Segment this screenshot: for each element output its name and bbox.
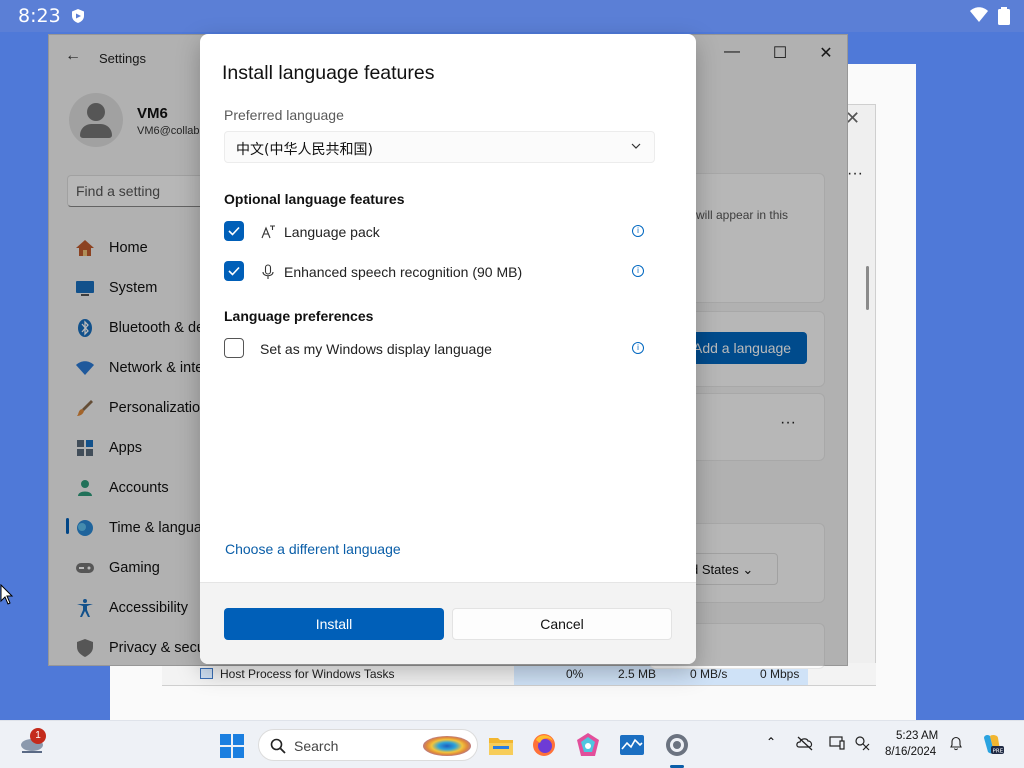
dialog-title: Install language features	[222, 62, 435, 84]
memory-value: 2.5 MB	[618, 667, 657, 681]
info-icon[interactable]: i	[632, 225, 644, 237]
notification-badge: 1	[30, 728, 46, 744]
language-pack-label: Language pack	[284, 224, 380, 240]
battery-icon	[998, 7, 1010, 25]
taskbar-search[interactable]: Search	[258, 729, 478, 761]
chevron-down-icon	[631, 143, 641, 149]
checkmark-icon	[228, 226, 240, 236]
cancel-button[interactable]: Cancel	[452, 608, 672, 640]
scrollbar[interactable]	[866, 266, 869, 310]
process-name: Host Process for Windows Tasks	[220, 667, 395, 681]
android-status-icons	[970, 7, 1010, 25]
display-language-label: Set as my Windows display language	[260, 341, 492, 357]
svg-text:PRE: PRE	[993, 749, 1004, 755]
language-pack-checkbox[interactable]	[224, 221, 244, 241]
bell-icon[interactable]	[948, 735, 964, 751]
network-value: 0 Mbps	[760, 667, 800, 681]
copilot-pre-icon[interactable]: PRE	[980, 732, 1004, 756]
display-language-checkbox[interactable]	[224, 338, 244, 358]
taskbar: 1 Search ⌃ 5:23 AM 8/16/2024 PRE	[0, 720, 1024, 768]
network-icon[interactable]	[854, 735, 870, 751]
task-manager-icon[interactable]	[618, 731, 646, 759]
windows-start-icon[interactable]	[220, 734, 244, 758]
preferred-language-label: Preferred language	[224, 107, 344, 123]
file-explorer-icon[interactable]	[487, 731, 515, 759]
install-button[interactable]: Install	[224, 608, 444, 640]
disk-value: 0 MB/s	[690, 667, 728, 681]
search-highlight-art	[423, 736, 471, 756]
chevron-up-icon[interactable]: ⌃	[766, 735, 776, 749]
copilot-app-icon[interactable]	[574, 731, 602, 759]
firefox-icon[interactable]	[530, 731, 558, 759]
shield-icon	[72, 9, 84, 23]
microphone-icon	[262, 264, 274, 279]
preferred-language-select[interactable]: 中文(中华人民共和国)	[224, 131, 655, 163]
search-icon	[270, 738, 286, 754]
info-icon[interactable]: i	[632, 265, 644, 277]
android-clock: 8:23	[18, 5, 61, 27]
display-icon[interactable]	[829, 735, 845, 751]
wifi-icon	[970, 7, 988, 22]
speech-recognition-checkbox[interactable]	[224, 261, 244, 281]
dialog-footer: Install Cancel	[200, 582, 696, 664]
cpu-value: 0%	[566, 667, 584, 681]
process-icon	[200, 668, 213, 679]
clock-time[interactable]: 5:23 AM	[896, 730, 938, 742]
android-status-bar: 8:23	[0, 0, 1024, 32]
language-preferences-heading: Language preferences	[224, 308, 374, 324]
clock-date[interactable]: 8/16/2024	[885, 746, 936, 758]
info-icon[interactable]: i	[632, 342, 644, 354]
mouse-pointer-icon	[0, 584, 14, 605]
choose-different-language-link[interactable]: Choose a different language	[225, 541, 401, 557]
checkmark-icon	[228, 266, 240, 276]
more-options-icon[interactable]: ···	[847, 165, 863, 183]
language-pack-icon	[261, 225, 275, 239]
settings-gear-icon[interactable]	[663, 731, 691, 759]
install-language-dialog: Install language features Preferred lang…	[200, 34, 696, 664]
speech-recognition-label: Enhanced speech recognition (90 MB)	[284, 264, 523, 280]
optional-features-heading: Optional language features	[224, 191, 405, 207]
onedrive-offline-icon[interactable]	[796, 735, 814, 751]
